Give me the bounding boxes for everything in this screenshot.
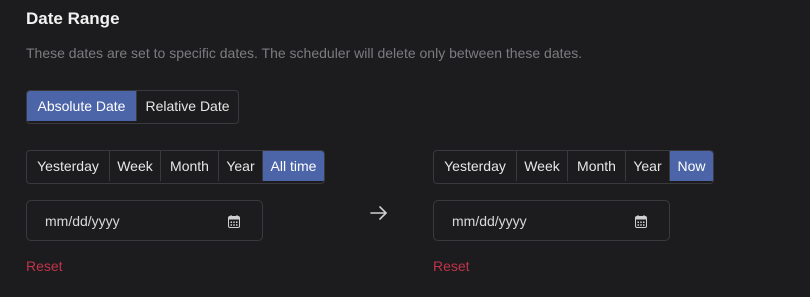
end-preset-week[interactable]: Week	[516, 151, 567, 181]
start-preset-year[interactable]: Year	[218, 151, 262, 181]
calendar-icon[interactable]	[635, 215, 647, 228]
end-date-input[interactable]: mm/dd/yyyy	[433, 200, 670, 241]
start-preset-month[interactable]: Month	[160, 151, 218, 181]
start-reset-link[interactable]: Reset	[26, 258, 63, 274]
arrow-right-icon	[370, 206, 387, 220]
end-reset-link[interactable]: Reset	[433, 258, 470, 274]
end-preset-yesterday[interactable]: Yesterday	[434, 151, 516, 181]
date-range-description: These dates are set to specific dates. T…	[26, 45, 583, 61]
end-preset-year[interactable]: Year	[625, 151, 669, 181]
end-preset-group: Yesterday Week Month Year Now	[433, 150, 714, 184]
start-preset-group: Yesterday Week Month Year All time	[26, 150, 325, 184]
start-date-input[interactable]: mm/dd/yyyy	[26, 200, 263, 241]
relative-date-button[interactable]: Relative Date	[136, 91, 238, 121]
date-range-title: Date Range	[26, 9, 120, 28]
start-preset-all-time[interactable]: All time	[262, 151, 324, 181]
end-preset-now[interactable]: Now	[669, 151, 713, 181]
absolute-date-button[interactable]: Absolute Date	[27, 91, 136, 121]
date-mode-toggle: Absolute Date Relative Date	[26, 90, 239, 124]
end-preset-month[interactable]: Month	[567, 151, 625, 181]
start-date-value: mm/dd/yyyy	[45, 213, 120, 229]
start-preset-week[interactable]: Week	[109, 151, 160, 181]
start-preset-yesterday[interactable]: Yesterday	[27, 151, 109, 181]
calendar-icon[interactable]	[228, 215, 240, 228]
end-date-value: mm/dd/yyyy	[452, 213, 527, 229]
